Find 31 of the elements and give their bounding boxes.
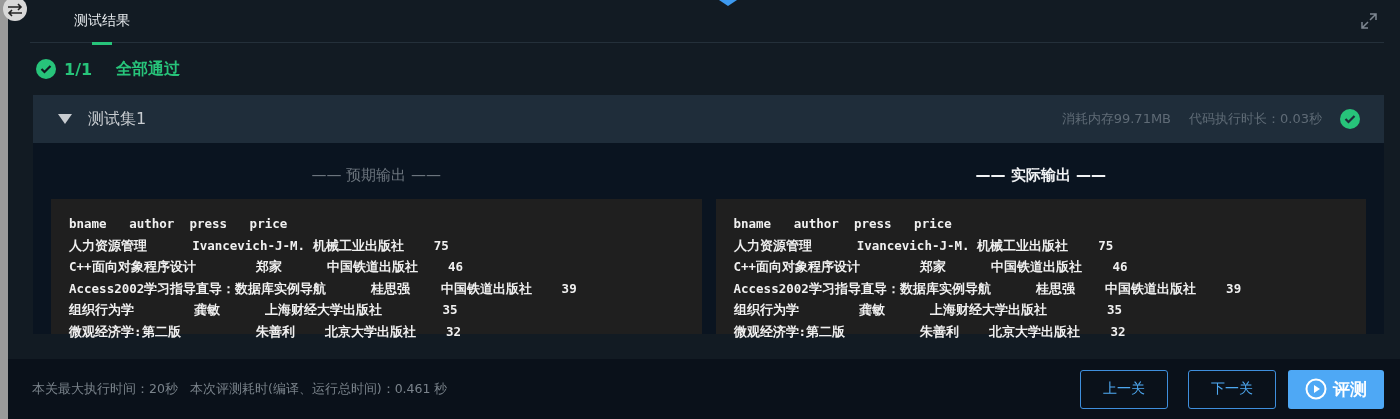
output-line: Access2002学习指导直导：数据库实例导航 桂思强 中国铁道出版社 39 [733, 279, 1242, 298]
caret-icon[interactable] [58, 114, 72, 124]
max-execution-time: 本关最大执行时间：20秒 [32, 380, 178, 398]
output-line: C++面向对象程序设计 郑家 中国铁道出版社 46 [69, 258, 464, 276]
memory-usage: 消耗内存99.71MB [1061, 110, 1172, 128]
output-line: 组织行为学 龚敏 上海财经大学出版社 35 [69, 301, 458, 319]
output-title: —— 预期输出 —— [310, 165, 442, 186]
test-set-header[interactable]: 测试集1 消耗内存99.71MB 代码执行时长：0.03秒 [33, 95, 1384, 143]
play-icon [1305, 378, 1327, 400]
nav-button[interactable]: 上一关 [1080, 369, 1168, 409]
output-line: 人力资源管理 Ivancevich-J-M. 机械工业出版社 75 [733, 236, 1114, 255]
execution-time: 代码执行时长：0.03秒 [1189, 110, 1322, 128]
output-line: C++面向对象程序设计 郑家 中国铁道出版社 46 [733, 258, 1128, 276]
output-line: Access2002学习指导直导：数据库实例导航 桂思强 中国铁道出版社 39 [69, 279, 577, 298]
scrollbar[interactable] [0, 0, 8, 419]
evaluation-time: 本次评测耗时(编译、运行总时间)：0.461 秒 [189, 380, 448, 398]
nav-button[interactable]: 下一关 [1188, 369, 1276, 409]
pass-count: 1/1 [64, 59, 93, 79]
expand-icon[interactable] [1360, 12, 1378, 30]
output-line: bname author press price [69, 215, 288, 233]
test-set-title: 测试集1 [88, 108, 147, 130]
output-title: —— 实际输出 —— [974, 165, 1107, 186]
swap-arrows-icon[interactable] [2, 0, 28, 21]
output-line: 微观经济学:第二版 朱善利 北京大学出版社 32 [69, 322, 462, 341]
tab[interactable]: 测试结果 [74, 0, 130, 45]
output-line: 组织行为学 龚敏 上海财经大学出版社 35 [733, 301, 1123, 319]
pass-status: 全部通过 [116, 58, 181, 80]
down-triangle-icon[interactable] [719, 0, 737, 6]
output-line: 微观经济学:第二版 朱善利 北京大学出版社 32 [733, 322, 1126, 341]
output-line: 人力资源管理 Ivancevich-J-M. 机械工业出版社 75 [69, 236, 449, 255]
output-line: bname author press price [733, 215, 952, 233]
